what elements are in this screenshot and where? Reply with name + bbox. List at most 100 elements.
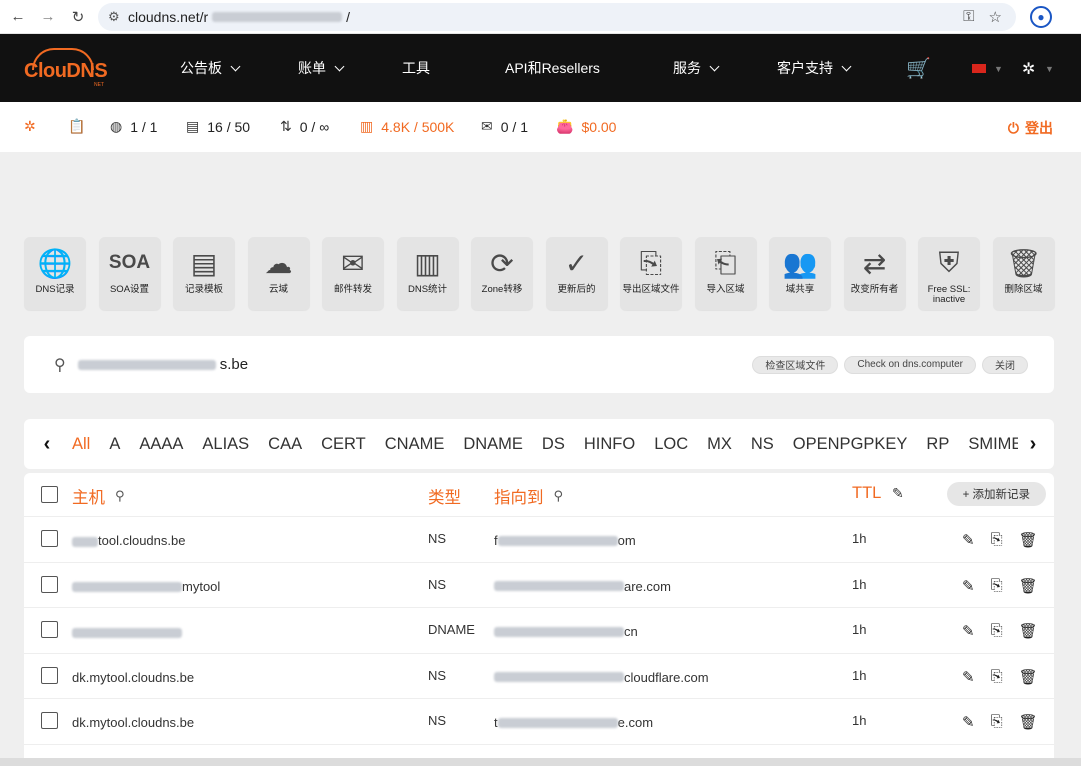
record-type-tab[interactable]: OPENPGPKEY [791,435,910,454]
transfers-stat[interactable]: ⇅ 0 / ∞ [280,118,329,135]
record-type-tab[interactable]: SMIME [966,435,1018,454]
table-header: 主机 ⚲ 类型 指向到 ⚲ TTL ✎ + 添加新记录 [24,473,1054,517]
row-checkbox[interactable] [41,621,58,638]
tool-dns-stats[interactable]: ▥ DNS统计 [396,237,459,310]
tool-domain-share[interactable]: 👥 域共享 [769,237,831,310]
record-type-tab[interactable]: CNAME [383,435,447,454]
queries-stat[interactable]: ▥ 4.8K / 500K [360,118,454,135]
record-type-tab[interactable]: MX [705,435,734,454]
zones-stat[interactable]: ◍ 1 / 1 [110,118,157,135]
clipboard-stat[interactable]: 📋 [68,118,85,135]
row-checkbox[interactable] [41,575,58,593]
record-type-tab[interactable]: ALIAS [200,435,251,454]
delete-trash-icon[interactable]: 🗑 [1019,531,1038,549]
tool-soa-settings[interactable]: SOA SOA设置 [98,237,161,310]
tool-change-owner[interactable]: ⇄ 改变所有者 [843,237,906,310]
copy-record-icon[interactable]: ⎘ [991,531,1003,549]
chevron-right-icon[interactable]: › [1018,433,1048,456]
record-type-tab[interactable]: DS [540,435,567,454]
delete-trash-icon[interactable]: 🗑 [1019,713,1038,731]
forward-icon[interactable]: → [36,5,60,29]
check-zone-file-button[interactable]: 检查区域文件 [752,355,839,374]
delete-trash-icon[interactable]: 🗑 [1019,622,1038,640]
redacted-host [72,536,98,547]
language-flag-icon[interactable] [972,64,986,73]
copy-record-icon[interactable]: ⎘ [991,622,1003,640]
header-type[interactable]: 类型 [428,484,461,508]
record-type-tab[interactable]: CAA [266,435,304,454]
table-body: tool.cloudns.be NS f om 1h ✎ ⎘ 🗑 mytool NS are.com… [24,517,1054,745]
header-host[interactable]: 主机 ⚲ [72,484,125,508]
row-checkbox[interactable] [41,530,58,547]
reload-icon[interactable]: ↻ [66,5,90,29]
delete-trash-icon[interactable]: 🗑 [1019,577,1038,595]
record-type-tab[interactable]: HINFO [582,435,637,454]
close-button[interactable]: 关闭 [982,355,1028,374]
tool-updated[interactable]: ✓ 更新后的 [545,237,608,310]
copy-record-icon[interactable]: ⎘ [991,713,1003,731]
nav-support[interactable]: 客户支持 [777,58,852,78]
record-type-tab[interactable]: AAAA [137,435,185,454]
header-ttl[interactable]: TTL [852,484,881,503]
record-type-tab[interactable]: LOC [652,435,690,454]
cart-icon[interactable]: 🛒 [906,56,931,81]
horizontal-scrollbar[interactable] [0,758,1081,766]
settings-gear-icon[interactable]: ✲ [1022,59,1035,79]
record-type-tab[interactable]: A [107,435,122,454]
edit-pencil-icon[interactable]: ✎ [962,713,975,731]
nav-tools[interactable]: 工具 [402,58,430,78]
password-key-icon[interactable]: ⚿ [963,8,974,26]
record-type-tab[interactable]: NS [749,435,776,454]
nav-billing[interactable]: 账单 [298,58,345,78]
row-checkbox[interactable] [41,666,58,684]
delete-trash-icon[interactable]: 🗑 [1019,668,1038,686]
nav-services[interactable]: 服务 [673,58,720,78]
copy-record-icon[interactable]: ⎘ [991,668,1003,686]
tool-free-ssl[interactable]: ⛨ Free SSL: inactive [918,237,980,310]
record-type-tab[interactable]: DNAME [461,435,525,454]
host-text: dk.mytool.cloudns.be [72,715,195,730]
search-icon[interactable]: ⚲ [54,355,66,375]
settings-stat[interactable]: ✲ [24,118,36,135]
add-record-button[interactable]: + 添加新记录 [946,482,1046,506]
select-all-checkbox[interactable] [41,486,58,503]
edit-ttl-icon[interactable]: ✎ [892,485,904,502]
search-icon[interactable]: ⚲ [115,488,125,504]
row-checkbox[interactable] [41,712,58,729]
tool-mail-forward[interactable]: ✉ 邮件转发 [322,237,384,310]
address-bar[interactable]: ⚙ cloudns.net/r / ⚿ ☆ [98,2,1016,31]
copy-record-icon[interactable]: ⎘ [991,577,1003,595]
back-icon[interactable]: ← [6,5,30,29]
mail-stat[interactable]: ✉ 0 / 1 [481,118,528,135]
edit-pencil-icon[interactable]: ✎ [962,622,975,640]
check-dns-computer-button[interactable]: Check on dns.computer [844,355,976,374]
tool-cloud-domain[interactable]: ☁ 云域 [247,237,310,310]
header-points-to[interactable]: 指向到 ⚲ [494,484,563,508]
tool-record-templates[interactable]: ▤ 记录模板 [173,237,235,310]
nav-bulletin[interactable]: 公告板 [180,58,241,78]
tool-import-zone[interactable]: ⎗ 导入区域 [694,237,757,310]
profile-icon[interactable]: ● [1030,5,1052,28]
edit-pencil-icon[interactable]: ✎ [962,668,975,686]
chevron-down-icon[interactable]: ▼ [1045,64,1054,74]
record-type-tab[interactable]: CERT [319,435,368,454]
type-cell: NS [428,713,447,728]
record-type-tab[interactable]: All [70,435,92,454]
edit-pencil-icon[interactable]: ✎ [962,531,975,549]
tool-zone-transfer[interactable]: ⟳ Zone转移 [471,237,533,310]
record-type-tab[interactable]: RP [924,435,951,454]
tool-export-zone[interactable]: ⎘ 导出区域文件 [620,237,682,310]
cloudns-logo[interactable]: ClouDNS NET [24,48,108,88]
site-info-icon[interactable]: ⚙ [108,9,128,25]
nav-api[interactable]: API和Resellers [505,58,600,78]
chevron-left-icon[interactable]: ‹ [32,433,62,456]
logout-button[interactable]: ⏻ 登出 [1008,118,1053,138]
edit-pencil-icon[interactable]: ✎ [962,577,975,595]
bookmark-star-icon[interactable]: ☆ [989,8,1002,26]
search-icon[interactable]: ⚲ [554,488,564,504]
tool-delete-zone[interactable]: 🗑 删除区域 [992,237,1055,310]
records-stat[interactable]: ▤ 16 / 50 [186,118,250,135]
tool-dns-records[interactable]: 🌐 DNS记录 [24,237,86,310]
balance-stat[interactable]: 👛 $0.00 [556,118,616,135]
chevron-down-icon[interactable]: ▼ [994,64,1003,74]
